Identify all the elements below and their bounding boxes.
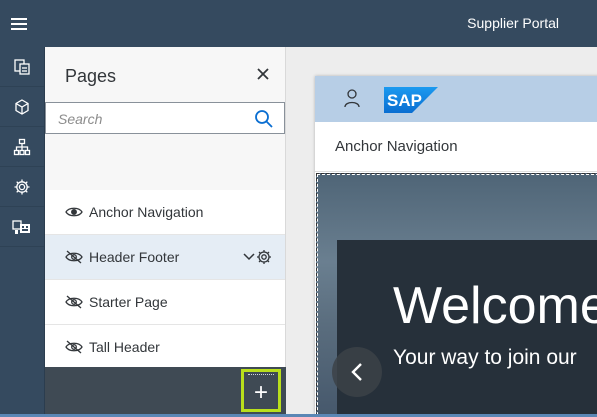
pages-panel-title: Pages (65, 66, 117, 86)
pages-panel-footer: + (45, 367, 286, 417)
transport-icon (12, 219, 30, 234)
page-item-label: Header Footer (89, 249, 180, 265)
hero-section[interactable]: Welcome Your way to join our (316, 173, 597, 417)
page-item-label: Starter Page (89, 294, 168, 310)
rail-item-pages[interactable] (0, 47, 44, 87)
focus-outline (248, 374, 274, 375)
search-field (45, 102, 285, 134)
pages-panel-header: Pages (45, 47, 286, 102)
add-page-button[interactable]: + (241, 369, 281, 412)
page-preview: SAP Anchor Navigation Welcome Your way t… (315, 76, 597, 417)
svg-text:SAP: SAP (387, 91, 422, 110)
menu-button[interactable] (0, 0, 37, 47)
sitemap-icon (13, 138, 31, 155)
preview-shell-bar: SAP (315, 76, 597, 122)
plus-icon: + (253, 378, 268, 406)
page-item-anchor-navigation[interactable]: Anchor Navigation (45, 190, 285, 235)
search-input[interactable] (58, 109, 248, 129)
page-item-label: Tall Header (89, 339, 160, 355)
hamburger-icon (10, 17, 27, 30)
pages-icon (14, 58, 30, 75)
page-item-tall-header[interactable]: Tall Header (45, 325, 285, 370)
close-panel-button[interactable] (254, 65, 272, 83)
eye-hidden-icon[interactable] (65, 294, 83, 310)
page-item-label: Anchor Navigation (89, 204, 204, 220)
rail-item-apps[interactable] (0, 87, 44, 127)
anchor-navigation-bar: Anchor Navigation (315, 122, 597, 172)
top-bar: Supplier Portal (0, 0, 597, 47)
hero-banner: Welcome Your way to join our (337, 240, 597, 417)
editor-canvas: SAP Anchor Navigation Welcome Your way t… (286, 47, 597, 417)
close-icon (257, 68, 269, 80)
page-settings-icon[interactable] (256, 249, 272, 265)
eye-hidden-icon[interactable] (65, 249, 83, 265)
eye-hidden-icon[interactable] (65, 339, 83, 355)
side-rail (0, 47, 45, 417)
hero-subtitle: Your way to join our (393, 346, 577, 369)
chevron-down-icon[interactable] (243, 252, 255, 262)
page-item-starter-page[interactable]: Starter Page (45, 280, 285, 325)
hero-title: Welcome (393, 277, 597, 335)
rail-item-transport[interactable] (0, 207, 44, 247)
pages-panel: Pages Anchor Navigation (45, 47, 286, 417)
eye-icon[interactable] (65, 204, 83, 220)
chevron-left-icon (351, 363, 362, 381)
search-icon[interactable] (254, 109, 274, 129)
user-icon[interactable] (343, 88, 361, 108)
rail-item-settings[interactable] (0, 167, 44, 207)
carousel-prev-button[interactable] (332, 347, 382, 397)
anchor-navigation-link[interactable]: Anchor Navigation (335, 138, 458, 155)
cube-icon (15, 98, 29, 115)
sap-logo: SAP (384, 87, 438, 113)
page-item-header-footer[interactable]: Header Footer (45, 235, 285, 280)
pages-list: Anchor Navigation Header Footer Starter … (45, 190, 285, 370)
gear-icon (14, 179, 30, 194)
rail-item-hierarchy[interactable] (0, 127, 44, 167)
app-title: Supplier Portal (467, 15, 559, 31)
